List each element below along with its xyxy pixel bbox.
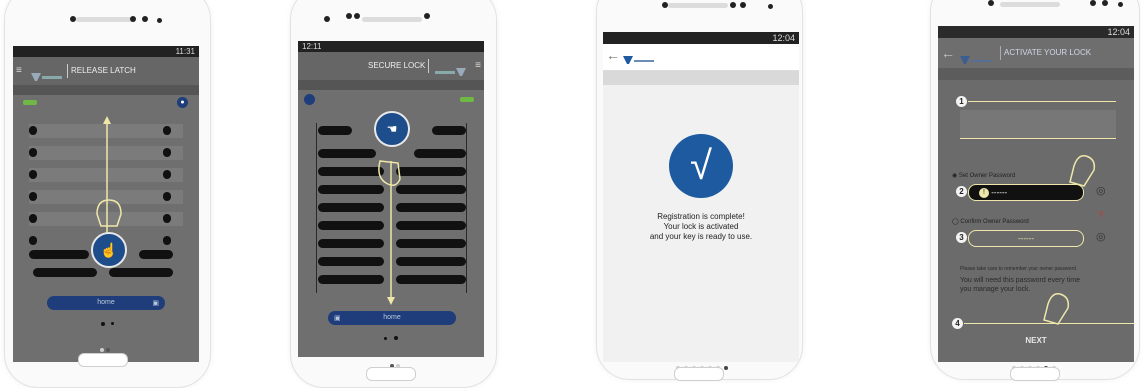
camera-dot <box>730 2 736 8</box>
phone-mockup-4: 12:04 ← ACTIVATE YOUR LOCK 1 ◉ Set Owner… <box>930 0 1140 387</box>
sensor-dot <box>768 4 773 9</box>
camera-dot <box>1090 0 1096 6</box>
camera-dot <box>1102 0 1108 6</box>
speaker <box>362 17 422 22</box>
hand-icon: ☝ <box>100 242 118 258</box>
location-select[interactable]: home ▣ <box>47 296 165 310</box>
phone-mockup-2: 12:11 SECURE LOCK ≡ ☚ ▣ home <box>290 0 497 388</box>
pager-dot-active <box>106 348 110 352</box>
home-button[interactable] <box>1010 367 1060 381</box>
screen: 12:11 SECURE LOCK ≡ ☚ ▣ home <box>298 41 484 357</box>
home-button[interactable] <box>366 367 416 381</box>
phone-mockup-1: 11:31 ≡ RELEASE LATCH ● ☝ home ▣ <box>4 0 211 388</box>
home-button[interactable] <box>674 367 724 381</box>
header-band <box>603 71 799 85</box>
page-dot-active <box>394 336 398 340</box>
completion-message: Registration is complete! Your lock is a… <box>603 212 799 242</box>
swipe-guide <box>378 160 401 305</box>
speaker <box>76 17 136 22</box>
page-dot-active <box>101 322 105 326</box>
message-line: and your key is ready to use. <box>649 232 753 241</box>
swipe-guide <box>96 116 122 234</box>
camera-dot <box>346 13 352 19</box>
camera-dot <box>988 0 994 6</box>
back-arrow-icon[interactable]: ← <box>606 47 620 63</box>
padlock-icon: ▣ <box>152 300 159 307</box>
speaker <box>1000 2 1060 7</box>
location-label: home <box>97 299 115 306</box>
screen: 12:04 ← √ Registration is complete! Your… <box>603 32 799 362</box>
status-bar: 12:04 <box>603 32 799 44</box>
screen: 11:31 ≡ RELEASE LATCH ● ☝ home ▣ <box>13 46 199 362</box>
camera-dot <box>740 2 746 8</box>
camera-dot <box>70 16 76 22</box>
screen: 12:04 ← ACTIVATE YOUR LOCK 1 ◉ Set Owner… <box>938 26 1134 362</box>
camera-dot <box>662 2 668 8</box>
page-dot <box>384 337 387 340</box>
status-time: 12:04 <box>772 33 795 43</box>
phone-mockup-3: 12:04 ← √ Registration is complete! Your… <box>596 0 803 387</box>
next-button[interactable]: NEXT <box>938 336 1134 345</box>
thumb-icon: ☚ <box>386 122 398 136</box>
brand-logo <box>623 52 657 64</box>
secure-lock-button[interactable]: ☚ <box>374 111 410 147</box>
page-dot <box>111 322 114 325</box>
pager-dot <box>100 348 104 352</box>
camera-dot <box>354 13 360 19</box>
sensor-dot <box>157 18 162 23</box>
location-select[interactable]: ▣ home <box>328 311 456 325</box>
sensor-dot <box>424 13 430 19</box>
pager-dot-active <box>724 366 728 370</box>
tap-guide <box>1043 154 1096 325</box>
app-bar: ← <box>603 44 799 71</box>
sensor-dot <box>1118 2 1123 7</box>
home-button[interactable] <box>78 353 128 367</box>
location-label: home <box>383 314 401 321</box>
release-latch-button[interactable]: ☝ <box>91 232 127 268</box>
message-line: Your lock is activated <box>663 222 739 231</box>
camera-dot <box>130 16 136 22</box>
checkmark-icon: √ <box>669 134 733 198</box>
speaker <box>668 3 728 8</box>
camera-dot <box>142 16 148 22</box>
message-line: Registration is complete! <box>657 212 745 221</box>
camera-dot <box>324 16 330 22</box>
